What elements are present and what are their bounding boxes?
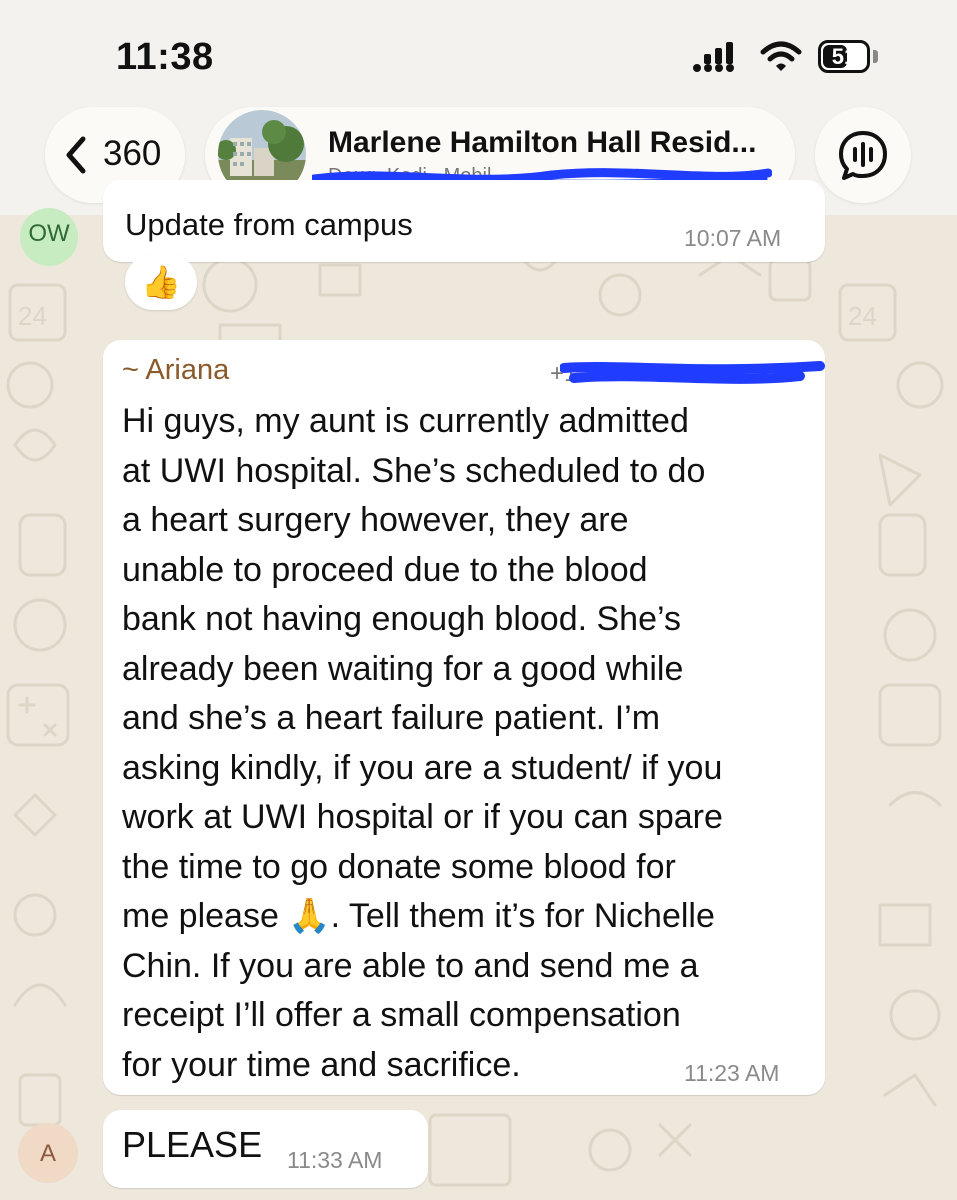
wifi-icon bbox=[760, 41, 802, 71]
sender-avatar[interactable]: OW bbox=[20, 208, 78, 266]
battery-icon: 51 bbox=[818, 40, 870, 73]
svg-text:24: 24 bbox=[18, 301, 47, 331]
status-time: 11:38 bbox=[116, 36, 214, 78]
unread-count: 360 bbox=[103, 134, 162, 173]
message-text: PLEASE bbox=[122, 1124, 263, 1165]
sender-name[interactable]: ~ Ariana bbox=[122, 354, 229, 387]
group-name: Marlene Hamilton Hall Resid... bbox=[328, 126, 757, 159]
avatar-initials: OW bbox=[28, 220, 70, 247]
voice-call-icon bbox=[839, 131, 887, 180]
svg-text:24: 24 bbox=[848, 301, 877, 331]
reaction-badge[interactable]: 👍 bbox=[125, 254, 197, 310]
redaction-scribble bbox=[560, 361, 825, 384]
battery-level: 51 bbox=[831, 44, 857, 69]
message-time: 11:23 AM bbox=[684, 1060, 780, 1086]
signal-icon bbox=[693, 42, 734, 72]
battery-tip bbox=[873, 50, 878, 63]
message-time: 10:07 AM bbox=[684, 225, 782, 251]
status-bar: 11:38 51 bbox=[0, 0, 957, 105]
message-time: 11:33 AM bbox=[287, 1147, 383, 1173]
message-text: Hi guys, my aunt is currently admitted a… bbox=[122, 402, 723, 1084]
avatar-initials: A bbox=[39, 1140, 56, 1167]
call-button[interactable] bbox=[815, 107, 911, 203]
chevron-left-icon bbox=[66, 136, 86, 174]
sender-avatar[interactable]: A bbox=[18, 1123, 78, 1183]
message-text: Update from campus bbox=[125, 207, 413, 242]
